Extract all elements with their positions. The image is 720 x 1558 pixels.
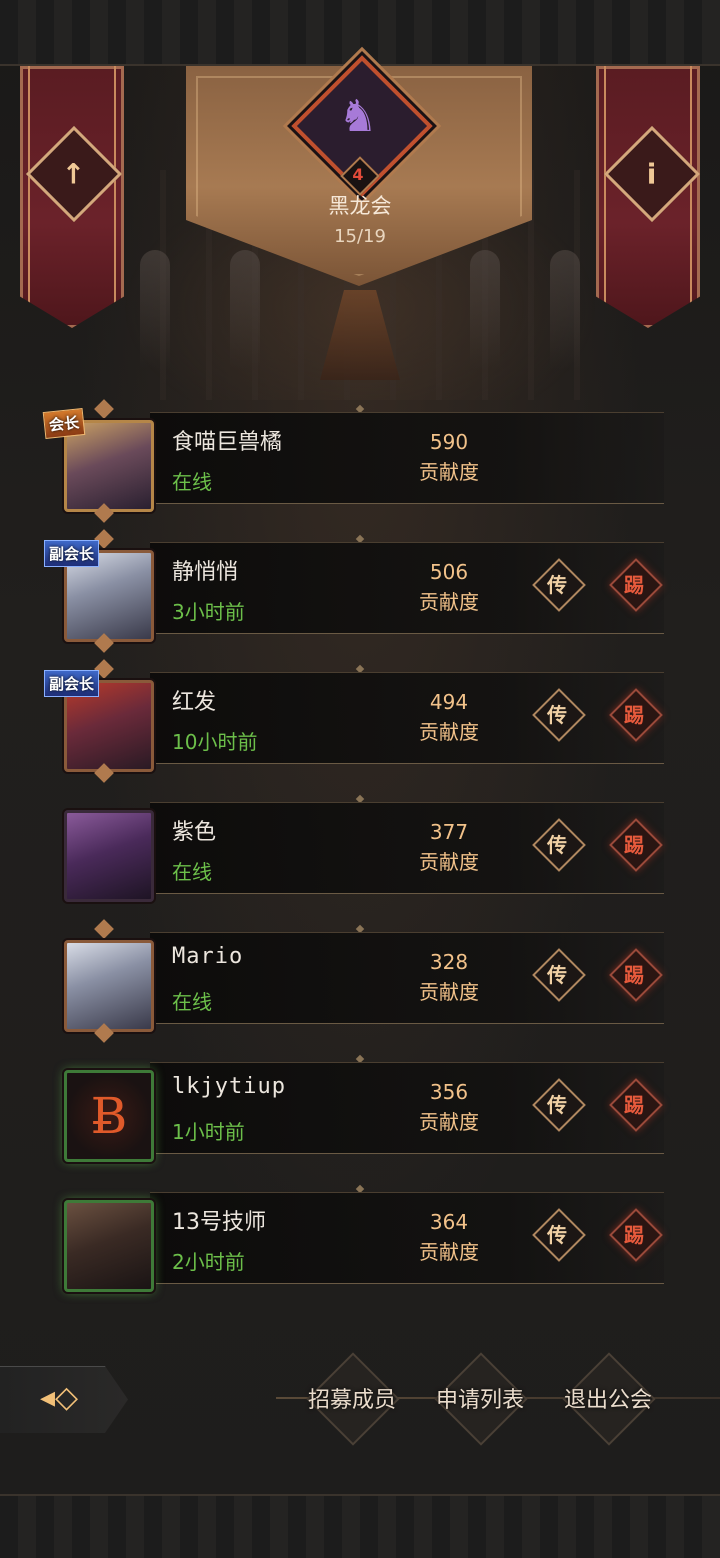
leave-guild-button[interactable]: 退出公会: [548, 1352, 668, 1446]
frame-ornament: [94, 919, 114, 939]
leave-guild-label[interactable]: 退出公会: [548, 1382, 668, 1414]
kick-button-label[interactable]: 踢: [615, 826, 653, 864]
contribution-label: 贡献度: [419, 720, 479, 744]
contribution-value: 590: [429, 430, 469, 454]
applications-button[interactable]: 申请列表: [420, 1352, 540, 1446]
avatar-frame: 副会长: [44, 529, 160, 653]
member-status: 2小时前: [172, 1250, 245, 1274]
leader-badge: 会长: [42, 407, 86, 440]
contribution-label: 贡献度: [419, 460, 479, 484]
vice-leader-badge: 副会长: [44, 540, 100, 567]
transfer-button-label[interactable]: 传: [538, 566, 576, 604]
avatar-frame: 副会长: [44, 659, 160, 783]
member-row-panel: [150, 802, 664, 894]
contribution-value: 494: [429, 690, 469, 714]
backdrop-window: [470, 250, 500, 370]
contribution-value: 356: [429, 1080, 469, 1104]
transfer-button-label[interactable]: 传: [538, 1216, 576, 1254]
kick-button-label[interactable]: 踢: [615, 956, 653, 994]
member-row[interactable]: Ƀ lkjytiup 1小时前 356 贡献度 传 踢: [0, 1050, 720, 1180]
applications-label[interactable]: 申请列表: [420, 1382, 540, 1414]
transfer-button-label[interactable]: 传: [538, 1086, 576, 1124]
contribution-value: 328: [429, 950, 469, 974]
contribution-value: 506: [429, 560, 469, 584]
member-name: Mario: [172, 944, 244, 969]
member-name: 紫色: [172, 820, 217, 845]
member-row[interactable]: 副会长 红发 10小时前 494 贡献度 传 踢: [0, 659, 720, 790]
member-name: 13号技师: [172, 1210, 266, 1235]
member-name: 食喵巨兽橘: [172, 430, 283, 455]
frame-ornament: [94, 399, 114, 419]
backdrop-window: [550, 250, 580, 370]
member-name: 红发: [172, 690, 217, 715]
avatar-frame: 会长: [42, 399, 160, 523]
contribution-value: 364: [429, 1210, 469, 1234]
member-row[interactable]: Mario 在线 328 贡献度 传 踢: [0, 919, 720, 1050]
member-status: 1小时前: [172, 1120, 245, 1144]
contribution-label: 贡献度: [419, 980, 479, 1004]
contribution-label: 贡献度: [419, 1110, 479, 1134]
member-status: 在线: [172, 470, 212, 494]
member-status: 在线: [172, 990, 212, 1014]
member-status: 在线: [172, 860, 212, 884]
member-name: 静悄悄: [172, 560, 239, 585]
contribution-label: 贡献度: [419, 1240, 479, 1264]
avatar[interactable]: [64, 1200, 154, 1292]
kick-button-label[interactable]: 踢: [615, 696, 653, 734]
member-status: 3小时前: [172, 600, 245, 624]
guild-member-count: 15/19: [334, 226, 386, 247]
vice-leader-badge: 副会长: [44, 670, 100, 697]
member-row[interactable]: 副会长 静悄悄 3小时前 506 贡献度 传 踢: [0, 529, 720, 660]
transfer-button-label[interactable]: 传: [538, 826, 576, 864]
kick-button-label[interactable]: 踢: [615, 1086, 653, 1124]
member-name: lkjytiup: [172, 1074, 286, 1099]
member-row[interactable]: 紫色 在线 377 贡献度 传 踢: [0, 790, 720, 920]
stag-head-icon: ♞: [338, 90, 378, 142]
contribution-label: 贡献度: [419, 850, 479, 874]
contribution-label: 贡献度: [419, 590, 479, 614]
rune-icon: Ƀ: [90, 1087, 128, 1145]
kick-button-label[interactable]: 踢: [615, 1216, 653, 1254]
guild-level: 4: [352, 165, 364, 184]
member-row[interactable]: 会长 食喵巨兽橘 在线 590 贡献度: [0, 399, 720, 530]
backdrop-window: [230, 250, 260, 370]
contribution-value: 377: [429, 820, 469, 844]
avatar-frame: [50, 919, 160, 1043]
kick-button-label[interactable]: 踢: [615, 566, 653, 604]
avatar[interactable]: [64, 810, 154, 902]
member-row[interactable]: 13号技师 2小时前 364 贡献度 传 踢: [0, 1180, 720, 1310]
avatar-frame: Ƀ: [50, 1058, 160, 1168]
back-arrow-icon[interactable]: ◂◇: [40, 1378, 110, 1418]
guild-name: 黑龙会: [328, 194, 392, 218]
avatar-frame: [50, 798, 160, 908]
recruit-button[interactable]: 招募成员: [292, 1352, 412, 1446]
transfer-button-label[interactable]: 传: [538, 696, 576, 734]
guild-members-screen: ↑ i ♞ 4 黑龙会 15/19 会长 食喵巨兽橘 在线 590 贡献度 副会…: [0, 0, 720, 1558]
backdrop-window: [140, 250, 170, 370]
bottom-ornate-border: [0, 1494, 720, 1558]
member-status: 10小时前: [172, 730, 258, 754]
transfer-button-label[interactable]: 传: [538, 956, 576, 994]
recruit-label[interactable]: 招募成员: [292, 1382, 412, 1414]
avatar[interactable]: [64, 940, 154, 1032]
avatar-frame: [50, 1188, 160, 1298]
